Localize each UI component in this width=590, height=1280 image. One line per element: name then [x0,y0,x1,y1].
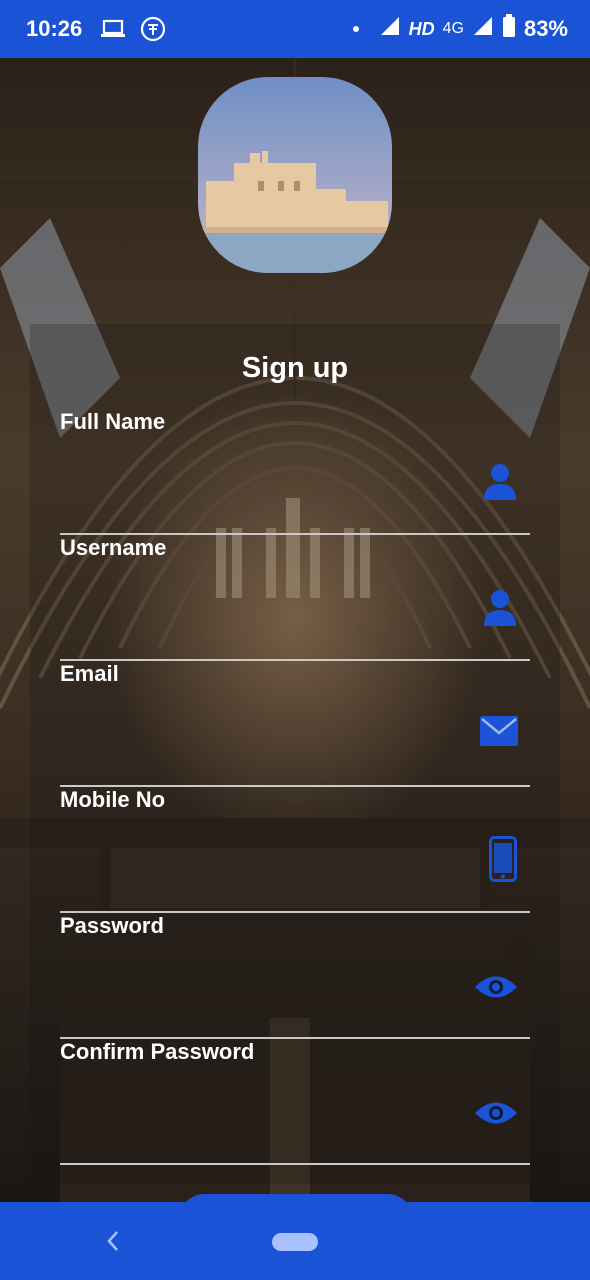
password-input[interactable] [60,947,464,1009]
person-icon [482,461,518,501]
home-pill-button[interactable] [272,1233,318,1251]
password-field: Password [60,913,530,1039]
person-icon [482,587,518,627]
app-logo [198,77,392,273]
battery-level: 83% [523,16,568,41]
email-label: Email [60,661,119,686]
eye-icon[interactable] [474,1099,518,1127]
battery-icon [502,14,516,44]
password-label: Password [60,913,164,938]
full-name-field: Full Name [60,409,530,535]
full-name-input[interactable] [60,443,464,505]
email-input[interactable] [60,695,464,757]
signal-icon-2 [472,15,494,43]
app-notification-icon [140,16,166,42]
signal-icon [379,15,401,43]
navigation-bar [0,1202,590,1280]
status-bar: 10:26 HD 4G 83% [0,0,590,58]
page-title: Sign up [241,352,349,384]
status-time: 10:26 [26,16,83,41]
confirm-password-input[interactable] [60,1073,464,1135]
notification-dot-icon [352,26,359,32]
username-field: Username [60,535,530,661]
mobile-field: Mobile No [60,787,530,913]
mobile-input[interactable] [60,821,464,883]
confirm-password-underline [60,1163,530,1165]
back-icon[interactable] [104,1228,122,1259]
laptop-icon [100,19,126,39]
username-input[interactable] [60,569,464,631]
confirm-password-label: Confirm Password [60,1039,255,1064]
mobile-label: Mobile No [60,787,166,812]
envelope-icon [480,715,518,747]
full-name-label: Full Name [60,409,166,434]
hd-indicator: HD [408,18,435,39]
eye-icon[interactable] [474,973,518,1001]
username-label: Username [60,535,167,560]
confirm-password-field: Confirm Password [60,1039,530,1165]
network-type: 4G [442,20,464,37]
email-field: Email [60,661,530,787]
mobile-phone-icon [488,835,518,883]
